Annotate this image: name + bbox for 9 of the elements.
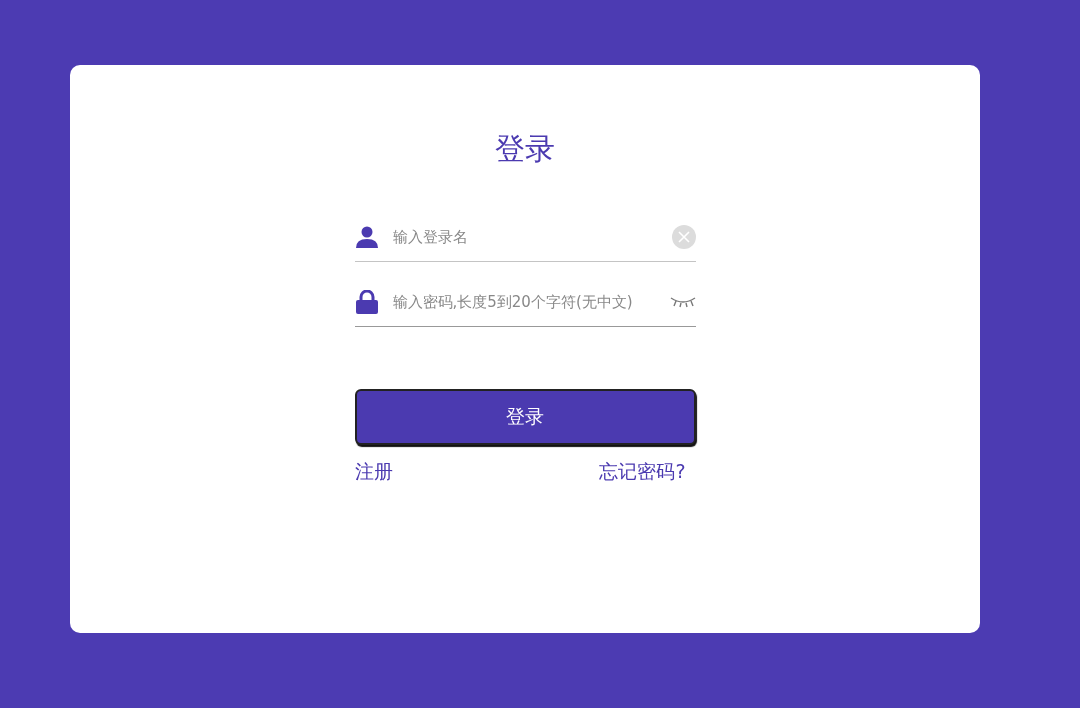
closed-eye-icon[interactable] bbox=[669, 296, 696, 308]
forgot-password-link[interactable]: 忘记密码? bbox=[599, 459, 686, 485]
user-icon bbox=[354, 225, 379, 249]
login-title: 登录 bbox=[495, 130, 555, 168]
register-link[interactable]: 注册 bbox=[354, 459, 393, 485]
password-field[interactable]: 输入密码,长度5到20个字符(无中文) bbox=[392, 293, 670, 311]
login-button[interactable]: 登录 bbox=[354, 389, 696, 445]
username-field[interactable]: 输入登录名 bbox=[392, 228, 672, 246]
lock-icon bbox=[354, 290, 379, 314]
